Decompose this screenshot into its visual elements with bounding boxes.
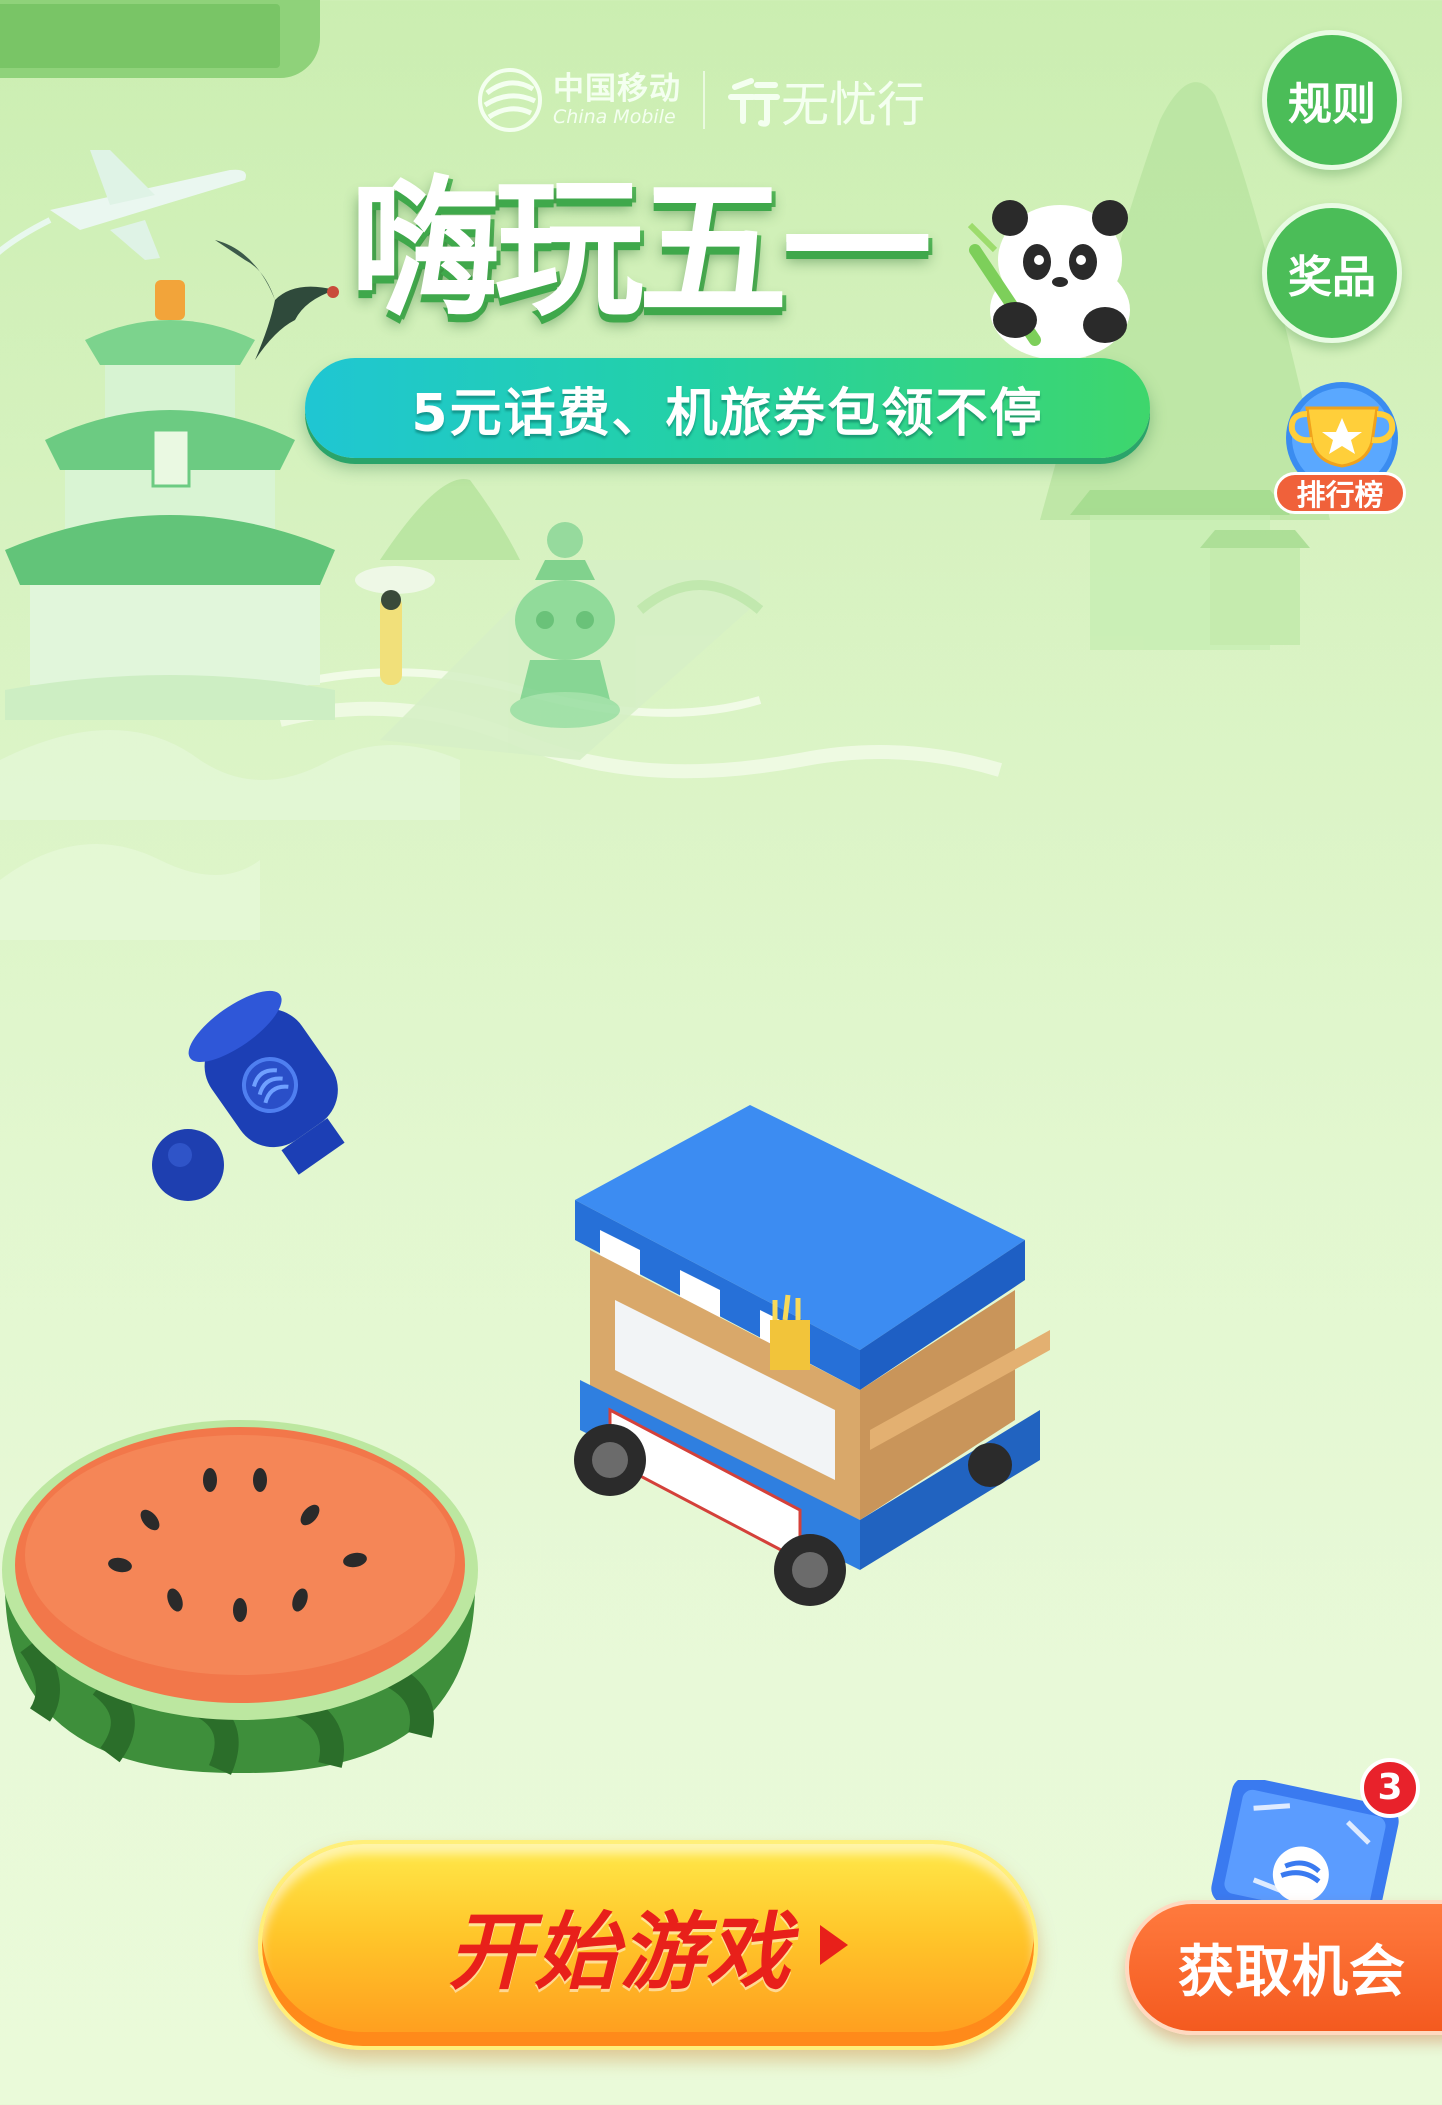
brand-name-cn: 中国移动 — [553, 70, 681, 107]
watermelon-icon — [2, 1420, 478, 1775]
blue-tool-item-icon — [152, 990, 345, 1201]
logo-divider — [703, 71, 705, 129]
partner-name: 无忧行 — [781, 77, 926, 133]
leaderboard-button[interactable]: 排行榜 — [1272, 380, 1412, 520]
start-game-label: 开始游戏 — [447, 1902, 792, 2001]
prizes-button[interactable]: 奖品 — [1262, 203, 1402, 343]
top-left-tab[interactable] — [0, 0, 320, 78]
brand-logo-row: 中国移动 China Mobile 无忧行 — [475, 60, 1015, 140]
start-game-button[interactable]: 开始游戏 — [258, 1840, 1038, 2050]
food-cart-icon — [574, 1105, 1050, 1606]
subtitle-text: 5元话费、机旅券包领不停 — [411, 383, 1044, 444]
get-chance-label: 获取机会 — [1178, 1940, 1406, 2005]
top-left-tab-inner — [0, 4, 280, 68]
get-chance-button[interactable]: 获取机会 — [1125, 1900, 1442, 2035]
wuyouxing-logo: 无忧行 — [727, 65, 925, 135]
play-arrow-icon — [820, 1925, 848, 1965]
rules-button[interactable]: 规则 — [1262, 30, 1402, 170]
chance-count-badge: 3 — [1360, 1758, 1420, 1818]
wuyouxing-logo-icon — [728, 78, 780, 127]
china-mobile-logo-icon — [478, 68, 542, 132]
china-mobile-logo: 中国移动 China Mobile — [475, 65, 681, 135]
panda-icon — [967, 200, 1130, 360]
prizes-label: 奖品 — [1288, 252, 1376, 303]
brand-name-en: China Mobile — [553, 105, 676, 128]
page-title: 嗨玩五一 — [350, 163, 932, 337]
subtitle-banner: 5元话费、机旅券包领不停 — [305, 358, 1150, 458]
rules-label: 规则 — [1288, 79, 1376, 130]
leaderboard-label: 排行榜 — [1274, 472, 1406, 514]
